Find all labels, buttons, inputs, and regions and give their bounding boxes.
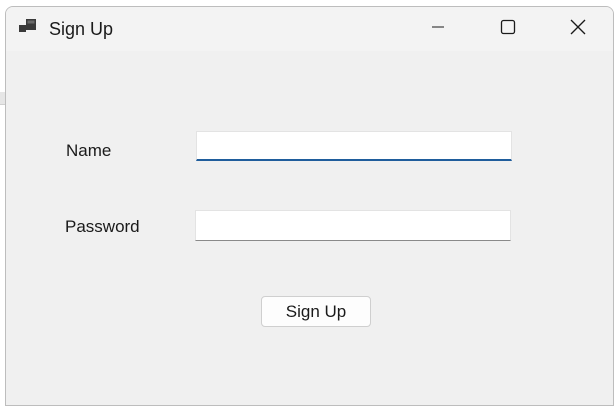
sign-up-window: Sign Up Name Password Sign Up [5,6,614,406]
minimize-button[interactable] [403,7,473,51]
app-window-icon [19,19,37,35]
close-button[interactable] [543,7,613,51]
maximize-button[interactable] [473,7,543,51]
minimize-icon [431,20,445,39]
name-field[interactable] [196,131,512,161]
window-title: Sign Up [49,19,114,39]
sign-up-button[interactable]: Sign Up [261,296,371,327]
password-field[interactable] [195,210,511,241]
name-label: Name [66,141,112,160]
title-bar[interactable]: Sign Up [6,7,613,51]
close-icon [570,19,586,40]
maximize-icon [500,19,516,40]
password-label: Password [65,217,140,236]
desktop: Sign Up Name Password Sign Up [0,0,615,406]
